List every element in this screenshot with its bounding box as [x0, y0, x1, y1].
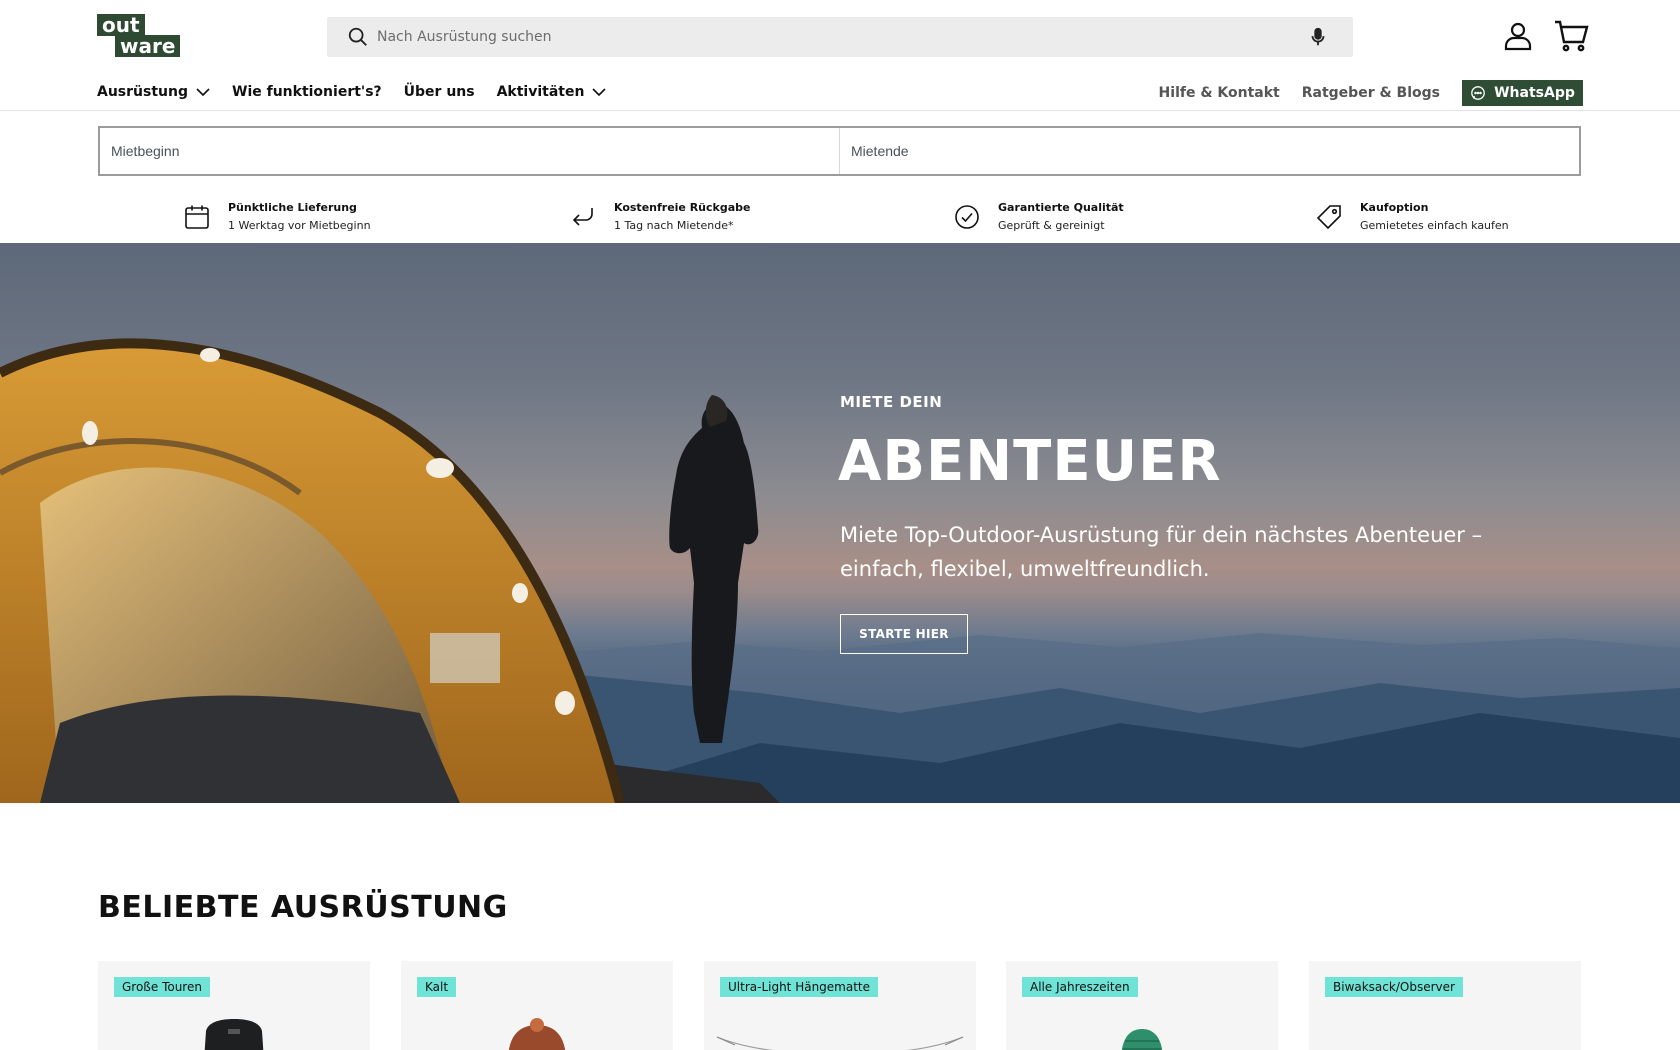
nav-label: Aktivitäten	[496, 84, 585, 100]
whatsapp-button[interactable]: WhatsApp	[1462, 80, 1583, 106]
search-input[interactable]	[377, 17, 1297, 57]
chevron-down-icon	[196, 87, 210, 96]
site-header: out ware Ausrüstung Wie funktioniert's? …	[0, 0, 1680, 111]
help-contact-link[interactable]: Hilfe & Kontakt	[1159, 85, 1280, 101]
nav-item-aktivitaeten[interactable]: Aktivitäten	[497, 84, 607, 100]
start-here-button[interactable]: STARTE HIER	[840, 614, 968, 654]
search-bar	[327, 17, 1353, 57]
product-card[interactable]: Alle Jahreszeiten	[1006, 961, 1278, 1050]
rental-end-placeholder: Mietende	[851, 143, 909, 159]
usp-quality: Garantierte Qualität Geprüft & gereinigt	[954, 199, 1124, 235]
popular-gear-title: BELIEBTE AUSRÜSTUNG	[98, 890, 508, 925]
product-badge: Biwaksack/Observer	[1325, 977, 1463, 997]
chat-bubble-icon	[1471, 86, 1485, 100]
product-card[interactable]: Biwaksack/Observer	[1309, 961, 1581, 1050]
usp-return: Kostenfreie Rückgabe 1 Tag nach Mietende…	[570, 199, 751, 235]
product-card[interactable]: Kalt	[401, 961, 673, 1050]
product-badge: Alle Jahreszeiten	[1022, 977, 1138, 997]
hammock-image	[716, 1036, 964, 1050]
sleeping-bag-image	[1121, 1029, 1163, 1050]
secondary-nav: Hilfe & Kontakt Ratgeber & Blogs WhatsAp…	[1159, 80, 1583, 106]
usp-subtitle: 1 Tag nach Mietende*	[614, 219, 734, 232]
nav-item-ueber-uns[interactable]: Über uns	[404, 84, 475, 100]
main-nav: Ausrüstung Wie funktioniert's? Über uns …	[97, 82, 628, 102]
microphone-icon[interactable]	[1307, 26, 1329, 48]
product-card[interactable]: Ultra-Light Hängematte	[704, 961, 976, 1050]
product-card[interactable]: Große Touren	[98, 961, 370, 1050]
hero-banner: MIETE DEIN ABENTEUER Miete Top-Outdoor-A…	[0, 243, 1680, 803]
account-icon[interactable]	[1502, 20, 1534, 52]
usp-subtitle: 1 Werktag vor Mietbeginn	[228, 219, 371, 232]
logo-text-ware: ware	[115, 35, 181, 57]
hero-lead: Miete Top-Outdoor-Ausrüstung für dein nä…	[840, 523, 1483, 581]
backpack-image	[204, 1019, 264, 1050]
whatsapp-label: WhatsApp	[1494, 85, 1575, 101]
price-tag-icon	[1316, 205, 1341, 230]
beanie-image	[508, 1018, 566, 1050]
calendar-icon	[185, 205, 209, 229]
usp-title: Pünktliche Lieferung	[228, 201, 357, 214]
product-badge: Ultra-Light Hängematte	[720, 977, 879, 997]
nav-label: Über uns	[403, 84, 475, 100]
rental-start-field[interactable]: Mietbeginn	[100, 128, 839, 174]
nav-item-ausruestung[interactable]: Ausrüstung	[97, 84, 210, 100]
search-icon[interactable]	[347, 26, 369, 48]
rental-start-placeholder: Mietbeginn	[111, 143, 180, 159]
logo-text-out: out	[97, 14, 145, 36]
chevron-down-icon	[592, 87, 607, 96]
cart-icon[interactable]	[1553, 18, 1589, 52]
hero-eyebrow: MIETE DEIN	[840, 393, 943, 411]
product-badge: Kalt	[417, 977, 457, 997]
nav-label: Ausrüstung	[97, 84, 188, 100]
nav-item-wie-funktionierts[interactable]: Wie funktioniert's?	[232, 84, 382, 100]
rental-end-field[interactable]: Mietende	[839, 128, 1579, 174]
check-circle-icon	[955, 205, 979, 229]
usp-subtitle: Geprüft & gereinigt	[998, 219, 1105, 232]
usp-subtitle: Gemietetes einfach kaufen	[1360, 219, 1509, 232]
nav-label: Wie funktioniert's?	[232, 84, 382, 100]
product-badge: Große Touren	[114, 977, 210, 997]
return-arrow-icon	[572, 208, 593, 226]
usp-purchase-option: Kaufoption Gemietetes einfach kaufen	[1316, 199, 1509, 235]
usp-title: Kaufoption	[1360, 201, 1429, 214]
usp-title: Kostenfreie Rückgabe	[614, 201, 751, 214]
outware-logo[interactable]: out ware	[97, 14, 183, 60]
hero-title: ABENTEUER	[838, 429, 1222, 494]
usp-title: Garantierte Qualität	[998, 201, 1124, 214]
guides-blogs-link[interactable]: Ratgeber & Blogs	[1302, 85, 1440, 101]
rental-date-picker: Mietbeginn Mietende	[98, 126, 1581, 176]
usp-delivery: Pünktliche Lieferung 1 Werktag vor Mietb…	[184, 199, 371, 235]
